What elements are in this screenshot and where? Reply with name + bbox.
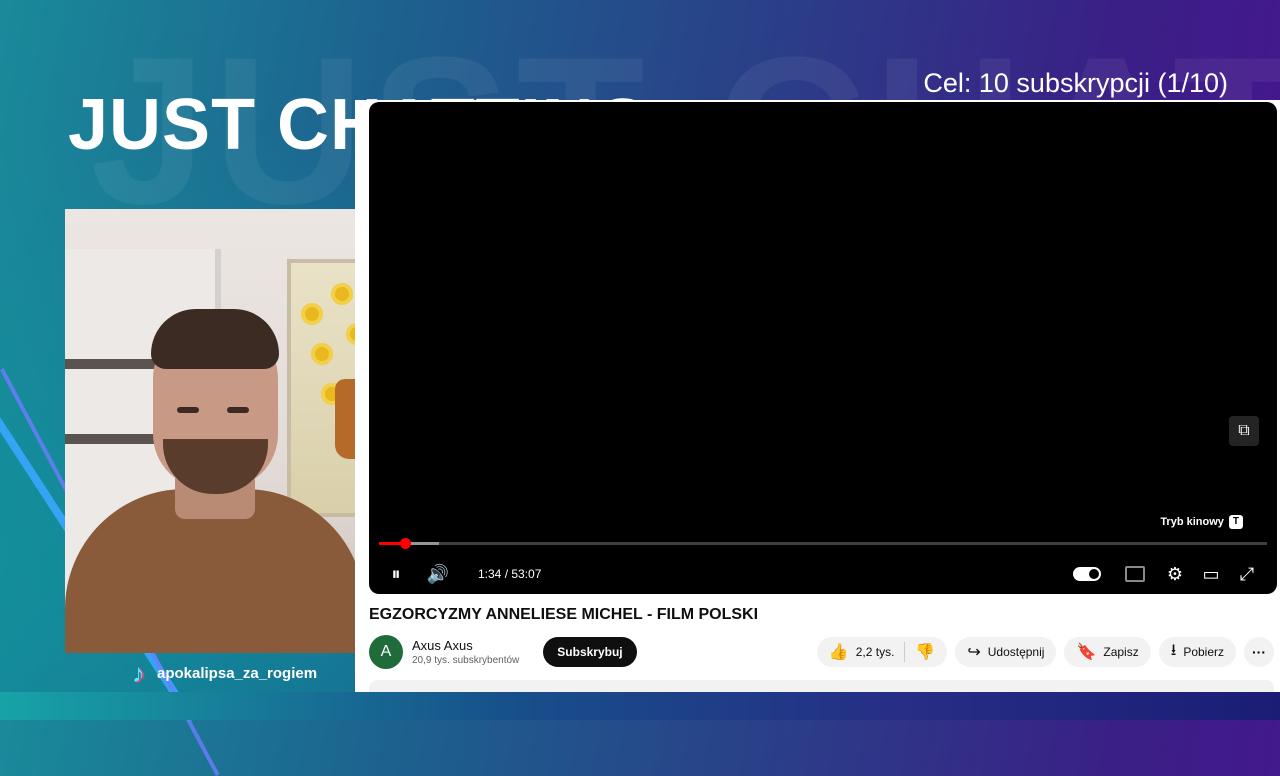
video-player[interactable]: ⧉ Tryb kinowy T ⏸ 🔊 1:34 / 53:07 ⚙ ▭ ⤢ [369, 102, 1277, 594]
bottom-band [0, 692, 1280, 720]
share-icon: ↪ [967, 644, 981, 661]
tooltip-label: Tryb kinowy [1160, 516, 1224, 528]
like-dislike-group: 👍 2,2 tys. 👎 [816, 637, 948, 667]
fullscreen-icon: ⤢ [1239, 563, 1255, 584]
volume-icon: 🔊 [426, 563, 450, 584]
share-label: Udostępnij [987, 645, 1045, 659]
volume-button[interactable]: 🔊 [420, 556, 456, 592]
time-display: 1:34 / 53:07 [478, 567, 542, 581]
channel-avatar[interactable]: A [369, 635, 403, 669]
cam-flower [301, 303, 323, 325]
youtube-panel: ⧉ Tryb kinowy T ⏸ 🔊 1:34 / 53:07 ⚙ ▭ ⤢ E… [355, 100, 1280, 692]
webcam-feed [65, 209, 365, 653]
cam-person-eye [227, 407, 249, 413]
tiktok-icon: ♪ [132, 657, 145, 688]
dislike-icon[interactable]: 👎 [915, 642, 935, 662]
save-button[interactable]: 🔖 Zapisz [1064, 637, 1151, 667]
channel-subscriber-count: 20,9 tys. subskrybentów [412, 655, 520, 666]
like-count[interactable]: 2,2 tys. [856, 645, 895, 659]
download-label: Pobierz [1183, 645, 1224, 659]
settings-button[interactable]: ⚙ [1157, 556, 1193, 592]
settings-icon: ⚙ [1166, 563, 1184, 584]
subtitles-button[interactable] [1125, 566, 1145, 582]
theater-mode-tooltip: Tryb kinowy T [1160, 515, 1243, 529]
like-icon[interactable]: 👍 [829, 642, 849, 662]
like-divider [904, 642, 906, 662]
subscribe-button[interactable]: Subskrybuj [543, 637, 637, 667]
cam-person-eye [177, 407, 199, 413]
video-title: EGZORCYZMY ANNELIESE MICHEL - FILM POLSK… [369, 606, 759, 623]
cam-flower [311, 343, 333, 365]
progress-scrubber[interactable] [400, 538, 412, 549]
save-label: Zapisz [1103, 645, 1139, 659]
theater-mode-button[interactable]: ▭ [1193, 556, 1229, 592]
description-box[interactable] [369, 680, 1274, 692]
fullscreen-button[interactable]: ⤢ [1229, 556, 1265, 592]
progress-bar[interactable] [379, 538, 1267, 549]
tiktok-tag: ♪ apokalipsa_za_rogiem [132, 658, 317, 688]
save-icon: 🔖 [1076, 644, 1097, 661]
tiktok-handle: apokalipsa_za_rogiem [157, 664, 318, 682]
miniplayer-button[interactable]: ⧉ [1229, 416, 1259, 446]
pause-button[interactable]: ⏸ [378, 556, 414, 592]
channel-name[interactable]: Axus Axus [412, 638, 519, 653]
download-button[interactable]: ⭳ Pobierz [1158, 637, 1236, 667]
autoplay-toggle[interactable] [1073, 567, 1101, 581]
more-actions-button[interactable]: ··· [1244, 637, 1274, 667]
theater-icon: ▭ [1202, 563, 1220, 584]
cam-person-hair [151, 309, 279, 369]
channel-info: Axus Axus 20,9 tys. subskrybentów [412, 638, 519, 666]
subscription-goal: Cel: 10 subskrypcji (1/10) [923, 68, 1228, 98]
cam-flower [331, 283, 353, 305]
channel-row: A Axus Axus 20,9 tys. subskrybentów Subs… [369, 634, 1274, 670]
tooltip-key: T [1228, 515, 1243, 529]
download-icon: ⭳ [1170, 641, 1177, 659]
player-controls: ⏸ 🔊 1:34 / 53:07 ⚙ ▭ ⤢ [369, 554, 1277, 594]
share-button[interactable]: ↪ Udostępnij [955, 637, 1057, 667]
pause-icon: ⏸ [391, 563, 401, 584]
miniplayer-icon: ⧉ [1238, 422, 1250, 439]
